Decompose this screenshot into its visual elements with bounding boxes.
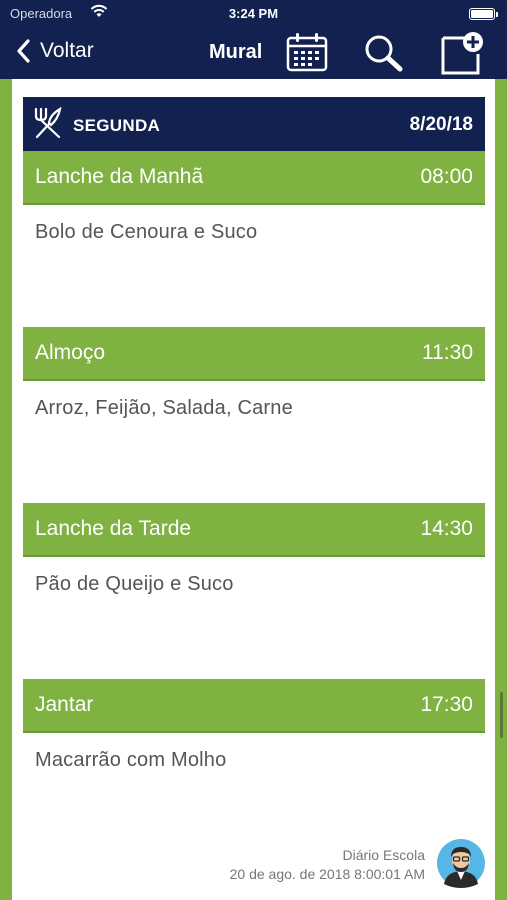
day-name: SEGUNDA [73, 116, 161, 135]
meal-description: Macarrão com Molho [35, 749, 227, 771]
meal-time: 08:00 [420, 165, 473, 188]
meal-item: Lanche da Tarde 14:30 Pão de Queijo e Su… [23, 503, 485, 612]
meal-item: Jantar 17:30 Macarrão com Molho [23, 679, 485, 788]
fork-knife-icon [33, 106, 63, 144]
meal-name: Almoço [35, 341, 106, 364]
post-author: Diário Escola [342, 847, 425, 863]
menu-card: SEGUNDA 8/20/18 Lanche da Manhã 08:00 Bo… [12, 79, 495, 900]
page-title: Mural [209, 41, 263, 63]
back-label: Voltar [40, 39, 94, 62]
back-button[interactable]: Voltar [14, 38, 94, 64]
meal-time: 17:30 [420, 693, 473, 716]
meal-header: Lanche da Manhã 08:00 [23, 151, 485, 205]
meal-time: 14:30 [420, 517, 473, 540]
navigation-bar: Voltar Mural [0, 28, 507, 79]
new-post-icon[interactable] [440, 30, 486, 81]
meal-header: Jantar 17:30 [23, 679, 485, 733]
meal-header: Almoço 11:30 [23, 327, 485, 381]
status-bar: Operadora 3:24 PM [0, 0, 507, 28]
post-timestamp: 20 de ago. de 2018 8:00:01 AM [229, 866, 425, 882]
day-date: 8/20/18 [409, 114, 473, 135]
meal-description: Pão de Queijo e Suco [35, 573, 234, 595]
battery-icon [469, 8, 498, 20]
meal-header: Lanche da Tarde 14:30 [23, 503, 485, 557]
meal-description: Arroz, Feijão, Salada, Carne [35, 397, 293, 419]
avatar[interactable] [436, 838, 486, 888]
status-time: 3:24 PM [228, 6, 279, 21]
top-bar: Operadora 3:24 PM Voltar Mural [0, 0, 507, 79]
meal-item: Lanche da Manhã 08:00 Bolo de Cenoura e … [23, 151, 485, 260]
meal-name: Lanche da Manhã [35, 165, 204, 188]
meal-description: Bolo de Cenoura e Suco [35, 221, 258, 243]
meal-time: 11:30 [422, 341, 473, 364]
meal-item: Almoço 11:30 Arroz, Feijão, Salada, Carn… [23, 327, 485, 436]
day-header: SEGUNDA 8/20/18 [23, 97, 485, 151]
search-icon[interactable] [362, 33, 406, 78]
chevron-left-icon [17, 39, 30, 63]
calendar-icon[interactable] [286, 32, 328, 77]
meal-name: Lanche da Tarde [35, 517, 192, 540]
scroll-indicator[interactable] [500, 692, 503, 738]
meal-name: Jantar [35, 693, 94, 716]
